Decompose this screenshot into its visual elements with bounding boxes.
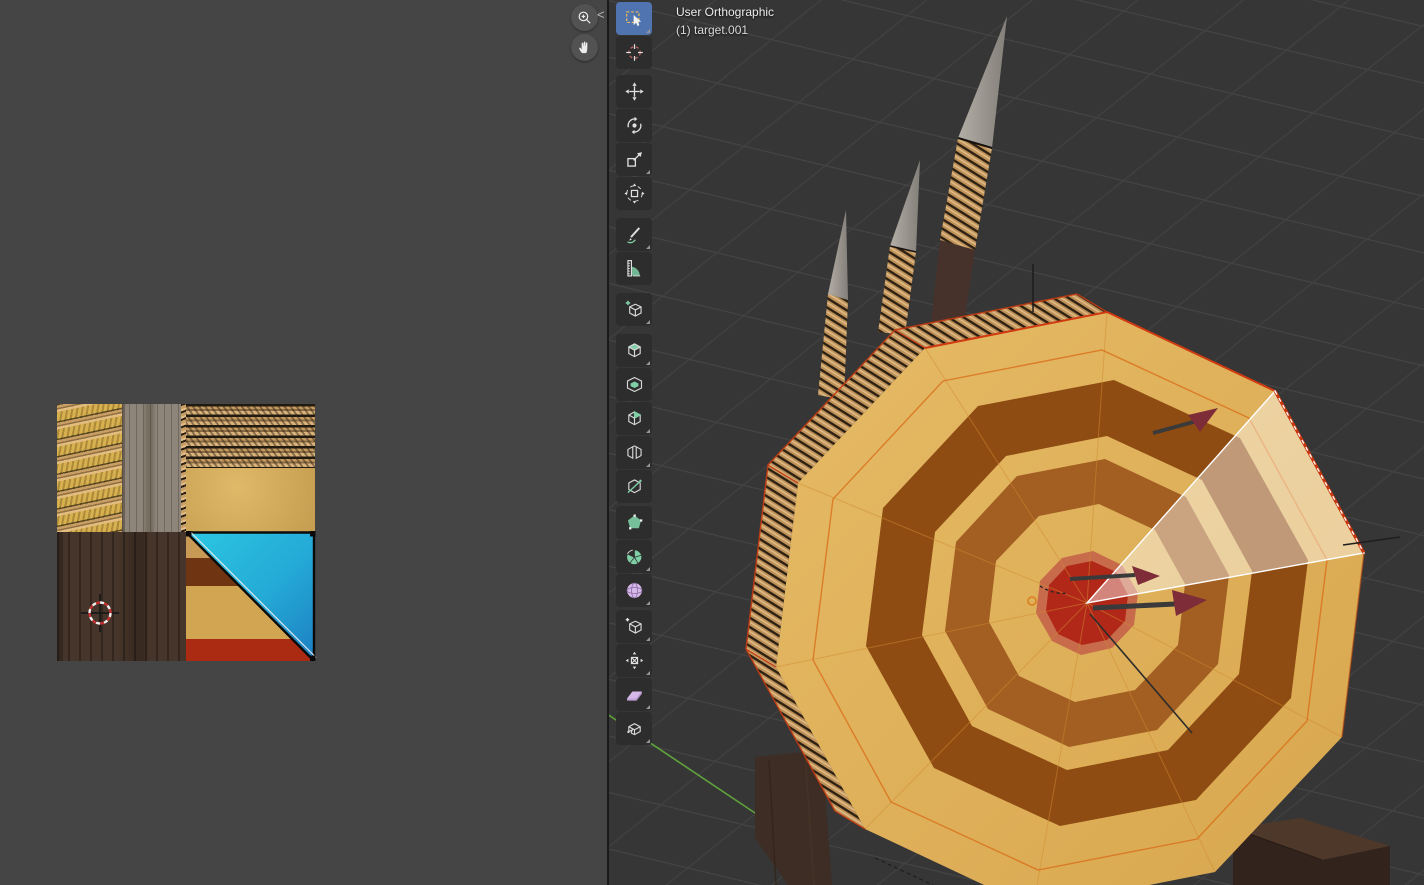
measure-ruler-icon (624, 258, 645, 279)
texture-quadrant-ropes-fabric (186, 404, 315, 532)
zoom-in-icon (576, 9, 593, 26)
tan-fabric-region (186, 468, 315, 532)
tool-rotate-button[interactable] (616, 109, 652, 142)
tool-inset-faces-button[interactable] (616, 368, 652, 401)
viewport-toolbar (616, 2, 652, 746)
tool-annotate-button[interactable] (616, 218, 652, 251)
tool-bevel-button[interactable] (616, 402, 652, 435)
viewport-3d[interactable]: User Orthographic (1) target.001 (609, 0, 1424, 885)
uv-vertex-handle[interactable] (310, 656, 316, 662)
tool-edge-slide-button[interactable] (616, 610, 652, 643)
tool-loop-cut-button[interactable] (616, 436, 652, 469)
tool-rip-region-button[interactable] (616, 712, 652, 745)
rip-region-icon (624, 718, 645, 739)
loop-cut-icon (624, 442, 645, 463)
zoom-in-button[interactable] (571, 4, 598, 31)
shear-icon (624, 684, 645, 705)
tool-spin-button[interactable] (616, 540, 652, 573)
texture-quadrant-fabric-wood (57, 404, 186, 532)
cursor-icon (624, 42, 645, 63)
pan-hand-icon (576, 39, 593, 56)
tool-smooth-button[interactable] (616, 574, 652, 607)
bevel-icon (624, 408, 645, 429)
add-cube-icon (624, 299, 645, 320)
horizontal-rope-rows-region (186, 404, 315, 468)
scale-icon (624, 149, 645, 170)
tool-cursor-button[interactable] (616, 36, 652, 69)
tool-shear-button[interactable] (616, 678, 652, 711)
smooth-sphere-icon (624, 580, 645, 601)
tool-poly-build-button[interactable] (616, 506, 652, 539)
uv-vertex-handle[interactable] (186, 531, 192, 537)
tool-scale-button[interactable] (616, 143, 652, 176)
poly-build-icon (624, 512, 645, 533)
tool-move-button[interactable] (616, 75, 652, 108)
tool-shrink-fatten-button[interactable] (616, 644, 652, 677)
rotate-icon (624, 115, 645, 136)
uv-2d-cursor (78, 591, 122, 635)
move-icon (624, 81, 645, 102)
shrink-fatten-icon (624, 650, 645, 671)
viewport-canvas[interactable] (609, 0, 1424, 885)
pan-button[interactable] (571, 34, 598, 61)
tool-add-cube-button[interactable] (616, 293, 652, 326)
tool-extrude-region-button[interactable] (616, 334, 652, 367)
gray-wood-plank-region (122, 404, 181, 532)
uv-vertex-handle[interactable] (310, 531, 316, 537)
tool-measure-button[interactable] (616, 252, 652, 285)
blender-window: < (0, 0, 1424, 885)
select-box-icon (624, 8, 645, 29)
annotate-pen-icon (624, 224, 645, 245)
tool-transform-button[interactable] (616, 177, 652, 210)
transform-icon (624, 183, 645, 204)
inset-faces-icon (624, 374, 645, 395)
tool-knife-button[interactable] (616, 470, 652, 503)
tool-select-box-button[interactable] (616, 2, 652, 35)
yellow-fabric-ropes-region (57, 404, 122, 532)
knife-icon (624, 476, 645, 497)
sidebar-collapse-chevron[interactable]: < (597, 8, 605, 22)
uv-image-editor[interactable]: < (0, 0, 607, 885)
texture-atlas-image[interactable] (57, 404, 315, 661)
edge-slide-icon (624, 616, 645, 637)
uv-face-selection[interactable] (186, 531, 317, 662)
extrude-region-icon (624, 340, 645, 361)
spin-icon (624, 546, 645, 567)
